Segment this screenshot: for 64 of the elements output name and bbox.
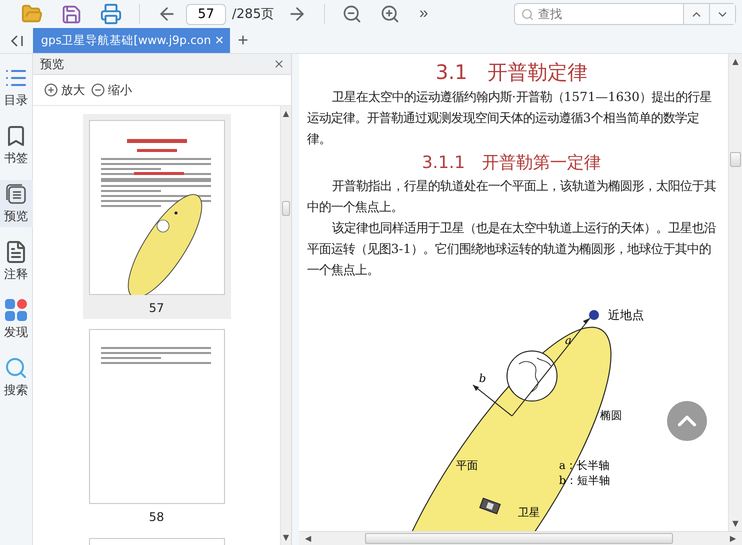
- sidebar-item[interactable]: 注释: [0, 238, 32, 285]
- sidebar-item[interactable]: 搜索: [0, 354, 32, 401]
- figure-label: b：短半轴: [559, 474, 610, 487]
- perigee-point: [589, 310, 599, 320]
- figure-label: a：长半轴: [559, 459, 610, 472]
- save-button[interactable]: [61, 4, 82, 24]
- body-paragraph: 开普勒指出，行星的轨道处在一个平面上，该轨道为椭圆形，太阳位于其中的一个焦点上。: [307, 177, 716, 216]
- earth-drawing: [506, 350, 558, 402]
- scrollbar[interactable]: ▲ ▼: [728, 54, 742, 531]
- figure-label: 近地点: [608, 308, 644, 322]
- satellite-icon: [479, 498, 501, 514]
- page-total: /285页: [232, 6, 274, 23]
- scroll-left-arrow[interactable]: ◀: [305, 534, 312, 543]
- close-tab-button[interactable]: ×: [213, 32, 226, 49]
- scroll-down-arrow[interactable]: ▼: [282, 533, 290, 542]
- scroll-thumb[interactable]: [282, 201, 290, 216]
- apps-icon: [4, 298, 28, 322]
- print-button[interactable]: [100, 3, 122, 25]
- scroll-thumb[interactable]: [365, 533, 673, 544]
- document-icon: [4, 240, 28, 264]
- close-panel-button[interactable]: [273, 58, 285, 70]
- subsection-heading: 3.1.1 开普勒第一定律: [420, 152, 602, 175]
- new-tab-button[interactable]: +: [238, 28, 248, 53]
- sidebar-item[interactable]: 目录: [0, 64, 32, 111]
- figure-label: 椭圆: [600, 409, 622, 422]
- zoom-in-button[interactable]: [380, 4, 400, 24]
- zoom-out-icon: [91, 83, 105, 97]
- shrink-button[interactable]: 缩小: [91, 82, 132, 98]
- scroll-to-top-button[interactable]: [667, 401, 707, 441]
- page-preview[interactable]: 58: [82, 323, 230, 528]
- scroll-thumb[interactable]: [730, 152, 741, 167]
- page-number-field[interactable]: 57: [186, 4, 226, 24]
- scrollbar[interactable]: ▲ ▼: [280, 106, 291, 545]
- page-preview[interactable]: 57: [82, 114, 230, 319]
- page-number: 57: [148, 301, 164, 315]
- figure-label: 卫星: [518, 506, 540, 519]
- figure-label: a: [565, 334, 572, 347]
- search-icon: [4, 356, 28, 380]
- next-result-button[interactable]: [709, 4, 735, 24]
- search-field[interactable]: 查找: [514, 3, 736, 25]
- scroll-up-arrow[interactable]: ▲: [732, 57, 739, 66]
- scroll-right-arrow[interactable]: ▶: [730, 534, 736, 543]
- figure-label: 平面: [456, 459, 478, 472]
- body-paragraph: 卫星在太空中的运动遵循约翰内斯·开普勒（1571—1630）提出的行星运动定律。开普勒通过观测发现空间天体的运动遵循3个相当简单的数学定律。: [307, 88, 713, 148]
- enlarge-button[interactable]: 放大: [44, 82, 85, 98]
- pages-icon: [4, 182, 28, 206]
- zoom-out-button[interactable]: [342, 4, 362, 24]
- figure-label: b: [479, 372, 486, 385]
- search-icon: [521, 8, 534, 20]
- collapse-icon: [10, 34, 24, 48]
- horizontal-scrollbar[interactable]: ◀ ▶: [299, 531, 742, 545]
- page-number: 58: [148, 510, 164, 524]
- zoom-in-icon: [44, 83, 58, 97]
- sidebar-item[interactable]: 书签: [0, 122, 32, 169]
- panel-title: 预览: [40, 56, 64, 72]
- previous-result-button[interactable]: [683, 4, 709, 24]
- sidebar-item[interactable]: 发现: [0, 296, 32, 343]
- document-tab[interactable]: gps卫星导航基础[www.j9p.con ×: [33, 28, 230, 53]
- scroll-down-arrow[interactable]: ▼: [732, 519, 739, 528]
- scroll-up-arrow[interactable]: ▲: [282, 109, 290, 118]
- more-button[interactable]: »: [419, 5, 428, 23]
- body-paragraph: 该定律也同样适用于卫星（也是在太空中轨道上运行的天体）。卫星也沿平面运转（见图3-1）。它们围绕地球运转的轨道为椭圆形，地球位于其中的一个焦点上。: [307, 219, 716, 279]
- sidebar-item[interactable]: 预览: [0, 180, 32, 227]
- section-heading: 3.1 开普勒定律: [434, 59, 588, 86]
